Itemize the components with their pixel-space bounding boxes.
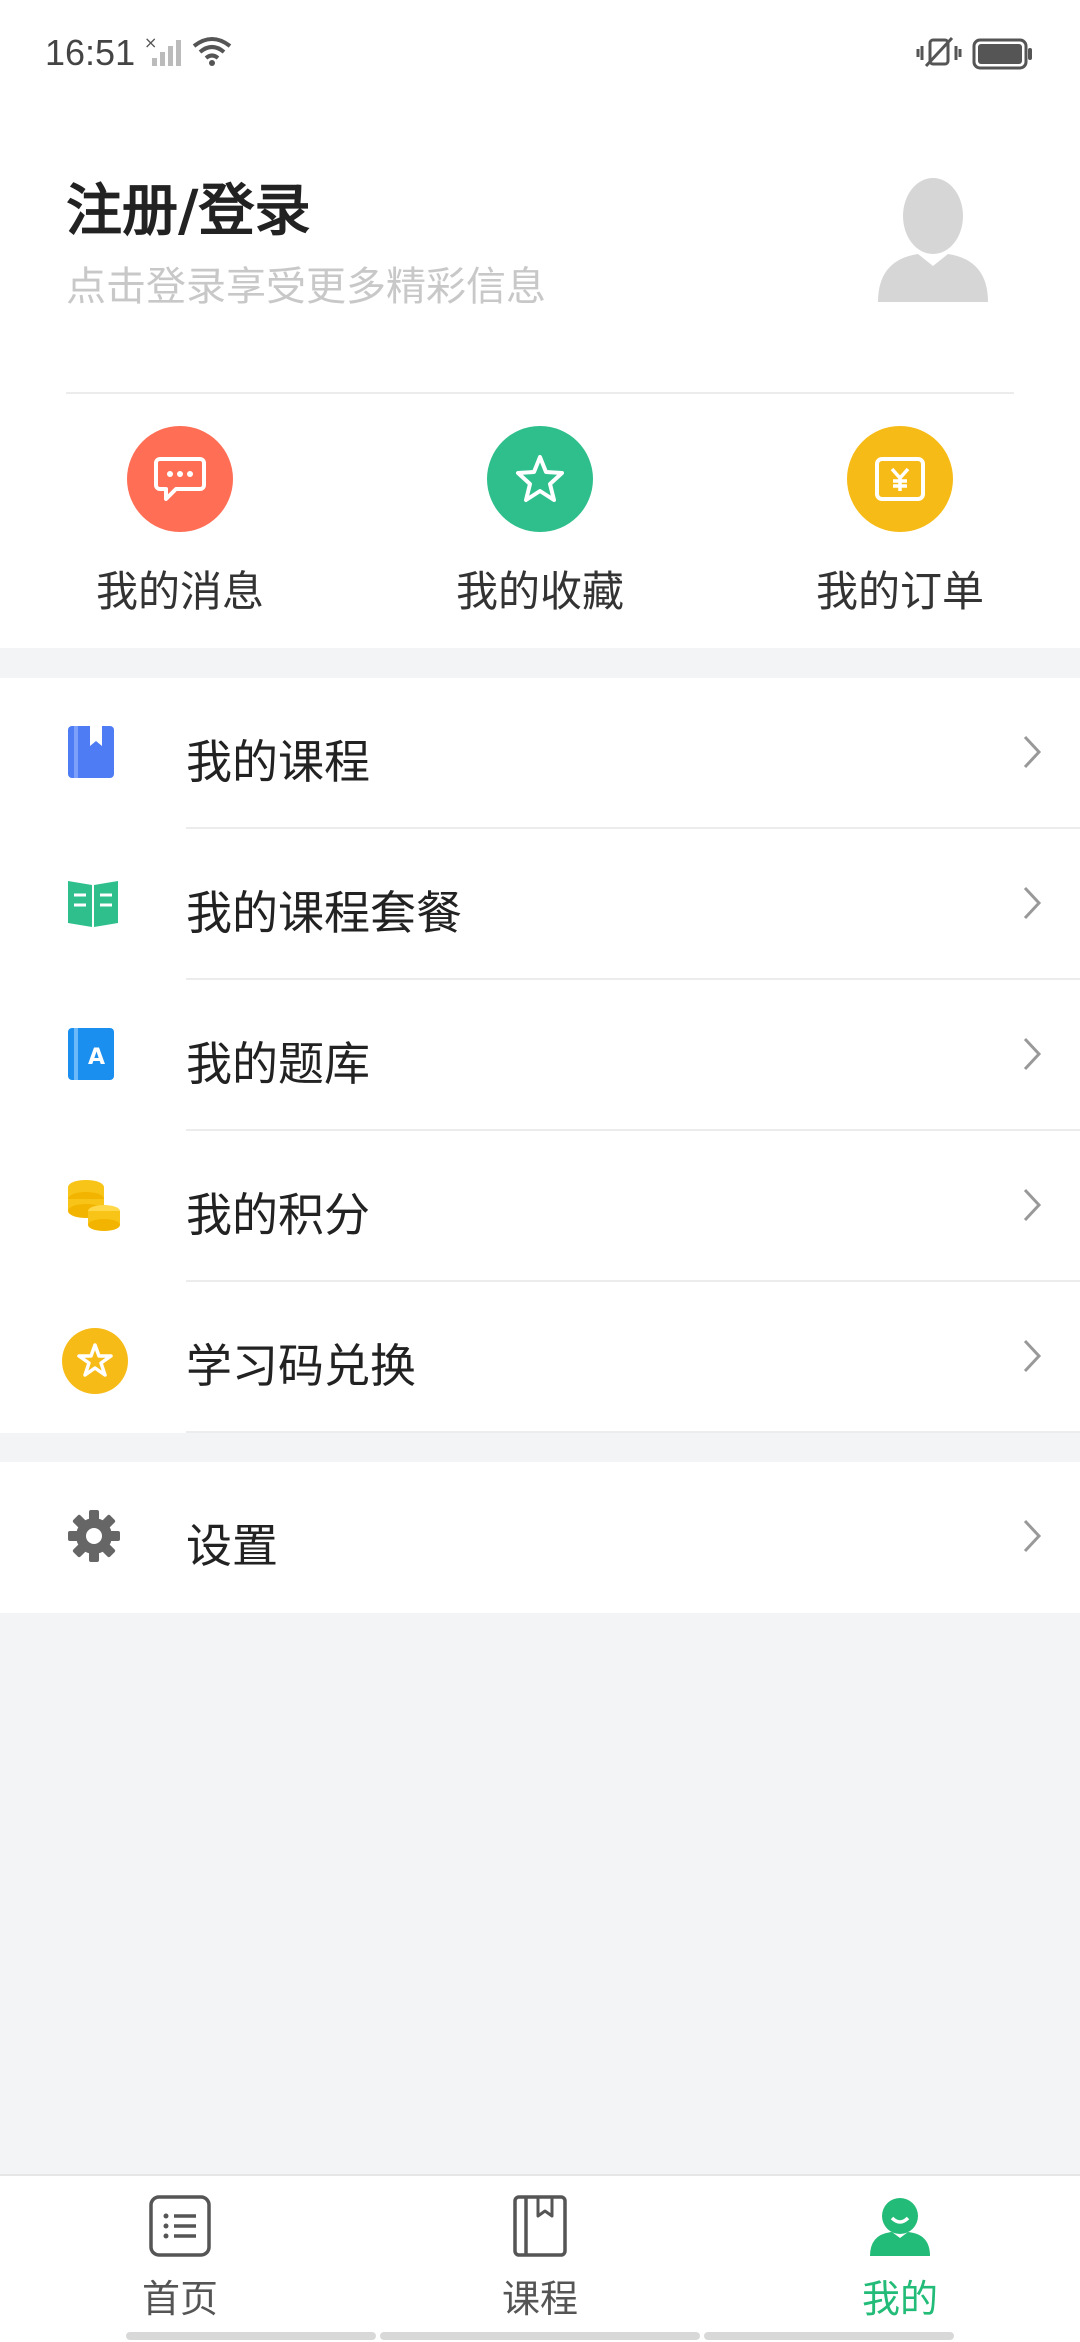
tab-courses[interactable]: 课程 [440, 2194, 640, 2323]
tab-home[interactable]: 首页 [80, 2194, 280, 2323]
avatar[interactable] [878, 174, 988, 306]
menu-item-my-points[interactable]: 我的积分 [0, 1131, 1080, 1282]
chevron-right-icon [1022, 1187, 1042, 1227]
login-hint: 点击登录享受更多精彩信息 [66, 264, 546, 310]
my-messages-label: 我的消息 [95, 567, 264, 616]
menu-item-my-courses[interactable]: 我的课程 [0, 678, 1080, 829]
my-favorites-label: 我的收藏 [455, 567, 624, 616]
book-icon [440, 2194, 640, 2262]
nav-indicator [380, 2332, 700, 2340]
menu-item-study-code-redeem[interactable]: 学习码兑换 [0, 1282, 1080, 1433]
message-icon [127, 426, 233, 532]
menu-item-label: 我的课程 [186, 735, 370, 789]
vibrate-mute-icon [916, 36, 962, 74]
nav-indicator [126, 2332, 376, 2340]
tab-label: 首页 [141, 2277, 218, 2321]
menu-item-my-course-packages[interactable]: 我的课程套餐 [0, 829, 1080, 980]
chevron-right-icon [1022, 1036, 1042, 1076]
divider [186, 1431, 1080, 1433]
star-badge-icon [62, 1328, 128, 1394]
my-orders-label: 我的订单 [815, 567, 984, 616]
order-yen-icon [847, 426, 953, 532]
chevron-right-icon [1022, 1338, 1042, 1378]
divider [66, 392, 1014, 394]
open-book-icon [66, 875, 126, 935]
menu-item-label: 我的课程套餐 [186, 886, 462, 940]
gear-icon [66, 1508, 126, 1568]
user-icon [800, 2194, 1000, 2262]
my-messages-button[interactable]: 我的消息 [50, 426, 310, 619]
menu-item-label: 设置 [186, 1519, 278, 1573]
bottom-tab-bar: 首页 课程 我的 [0, 2174, 1080, 2342]
coins-icon [66, 1177, 126, 1237]
svg-text:A: A [88, 1045, 105, 1070]
menu-item-label: 我的题库 [186, 1037, 370, 1091]
menu-item-settings[interactable]: 设置 [0, 1462, 1080, 1613]
nav-indicator [704, 2332, 954, 2340]
menu-list: 我的课程 我的课程套餐 A 我的题库 我的积分 学习码兑换 [0, 678, 1080, 1433]
star-icon [487, 426, 593, 532]
tab-label: 我的 [861, 2277, 938, 2321]
menu-item-label: 我的积分 [186, 1188, 370, 1242]
my-orders-button[interactable]: 我的订单 [770, 426, 1030, 619]
no-signal-icon: × [144, 33, 184, 72]
wifi-icon [192, 36, 232, 72]
settings-card: 设置 [0, 1462, 1080, 1613]
menu-item-label: 学习码兑换 [186, 1339, 416, 1393]
list-icon [80, 2194, 280, 2262]
login-register-link[interactable]: 注册/登录 [66, 166, 310, 247]
status-bar: 16:51 × [0, 0, 1080, 110]
chevron-right-icon [1022, 885, 1042, 925]
profile-section: 注册/登录 点击登录享受更多精彩信息 我的消息 我的收藏 我的订单 [0, 110, 1080, 648]
tab-label: 课程 [501, 2277, 578, 2321]
question-bank-icon: A [66, 1026, 126, 1086]
chevron-right-icon [1022, 1518, 1042, 1558]
chevron-right-icon [1022, 734, 1042, 774]
status-time: 16:51 [45, 32, 136, 73]
svg-text:×: × [144, 34, 157, 52]
battery-icon [972, 38, 1034, 74]
menu-item-my-question-bank[interactable]: A 我的题库 [0, 980, 1080, 1131]
bookmark-book-icon [66, 724, 126, 784]
tab-mine[interactable]: 我的 [800, 2194, 1000, 2323]
my-favorites-button[interactable]: 我的收藏 [410, 426, 670, 619]
